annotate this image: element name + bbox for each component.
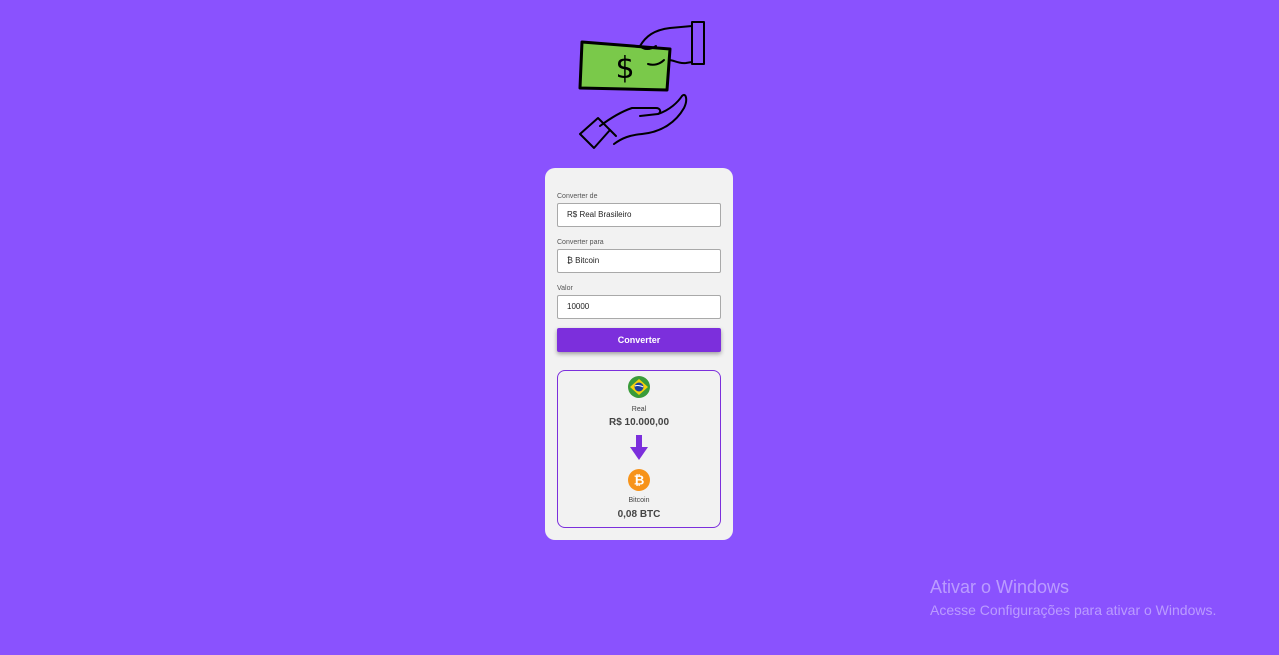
- watermark-subtitle: Acesse Configurações para ativar o Windo…: [930, 602, 1217, 618]
- dollar-sign-icon: $: [615, 51, 634, 86]
- to-currency-value: 0,08 BTC: [617, 509, 661, 520]
- from-field-group: Converter de R$ Real Brasileiro: [557, 192, 721, 227]
- from-currency-name: Real: [631, 406, 647, 413]
- to-label: Converter para: [557, 239, 604, 246]
- page: $ Converter de R$ Real Brasileiro Conver…: [0, 0, 1279, 655]
- converter-card: Converter de R$ Real Brasileiro Converte…: [545, 168, 733, 540]
- result-panel: Real R$ 10.000,00 ₿ Bitcoin 0,08 BTC: [557, 370, 721, 528]
- to-field-group: Converter para ₿ Bitcoin: [557, 238, 721, 273]
- amount-field-group: Valor 10000: [557, 284, 721, 319]
- watermark-title: Ativar o Windows: [930, 577, 1070, 597]
- brazil-flag-icon: [628, 376, 650, 398]
- bitcoin-icon: ₿: [628, 469, 650, 491]
- windows-activation-watermark: Ativar o Windows Acesse Configurações pa…: [930, 576, 1216, 622]
- svg-text:₿: ₿: [634, 474, 645, 489]
- amount-input[interactable]: 10000: [557, 295, 721, 319]
- from-currency-value: R$ 10.000,00: [608, 417, 670, 428]
- from-currency-select[interactable]: R$ Real Brasileiro: [557, 203, 721, 227]
- bill-icon: $: [578, 40, 672, 92]
- convert-button[interactable]: Converter: [557, 328, 721, 352]
- from-label: Converter de: [557, 193, 598, 200]
- arrow-down-icon: [630, 435, 648, 460]
- money-exchange-icon: $: [578, 21, 705, 149]
- to-currency-select[interactable]: ₿ Bitcoin: [557, 249, 721, 273]
- to-currency-name: Bitcoin: [628, 497, 650, 504]
- bottom-hand-icon: [579, 94, 688, 149]
- amount-label: Valor: [557, 285, 573, 292]
